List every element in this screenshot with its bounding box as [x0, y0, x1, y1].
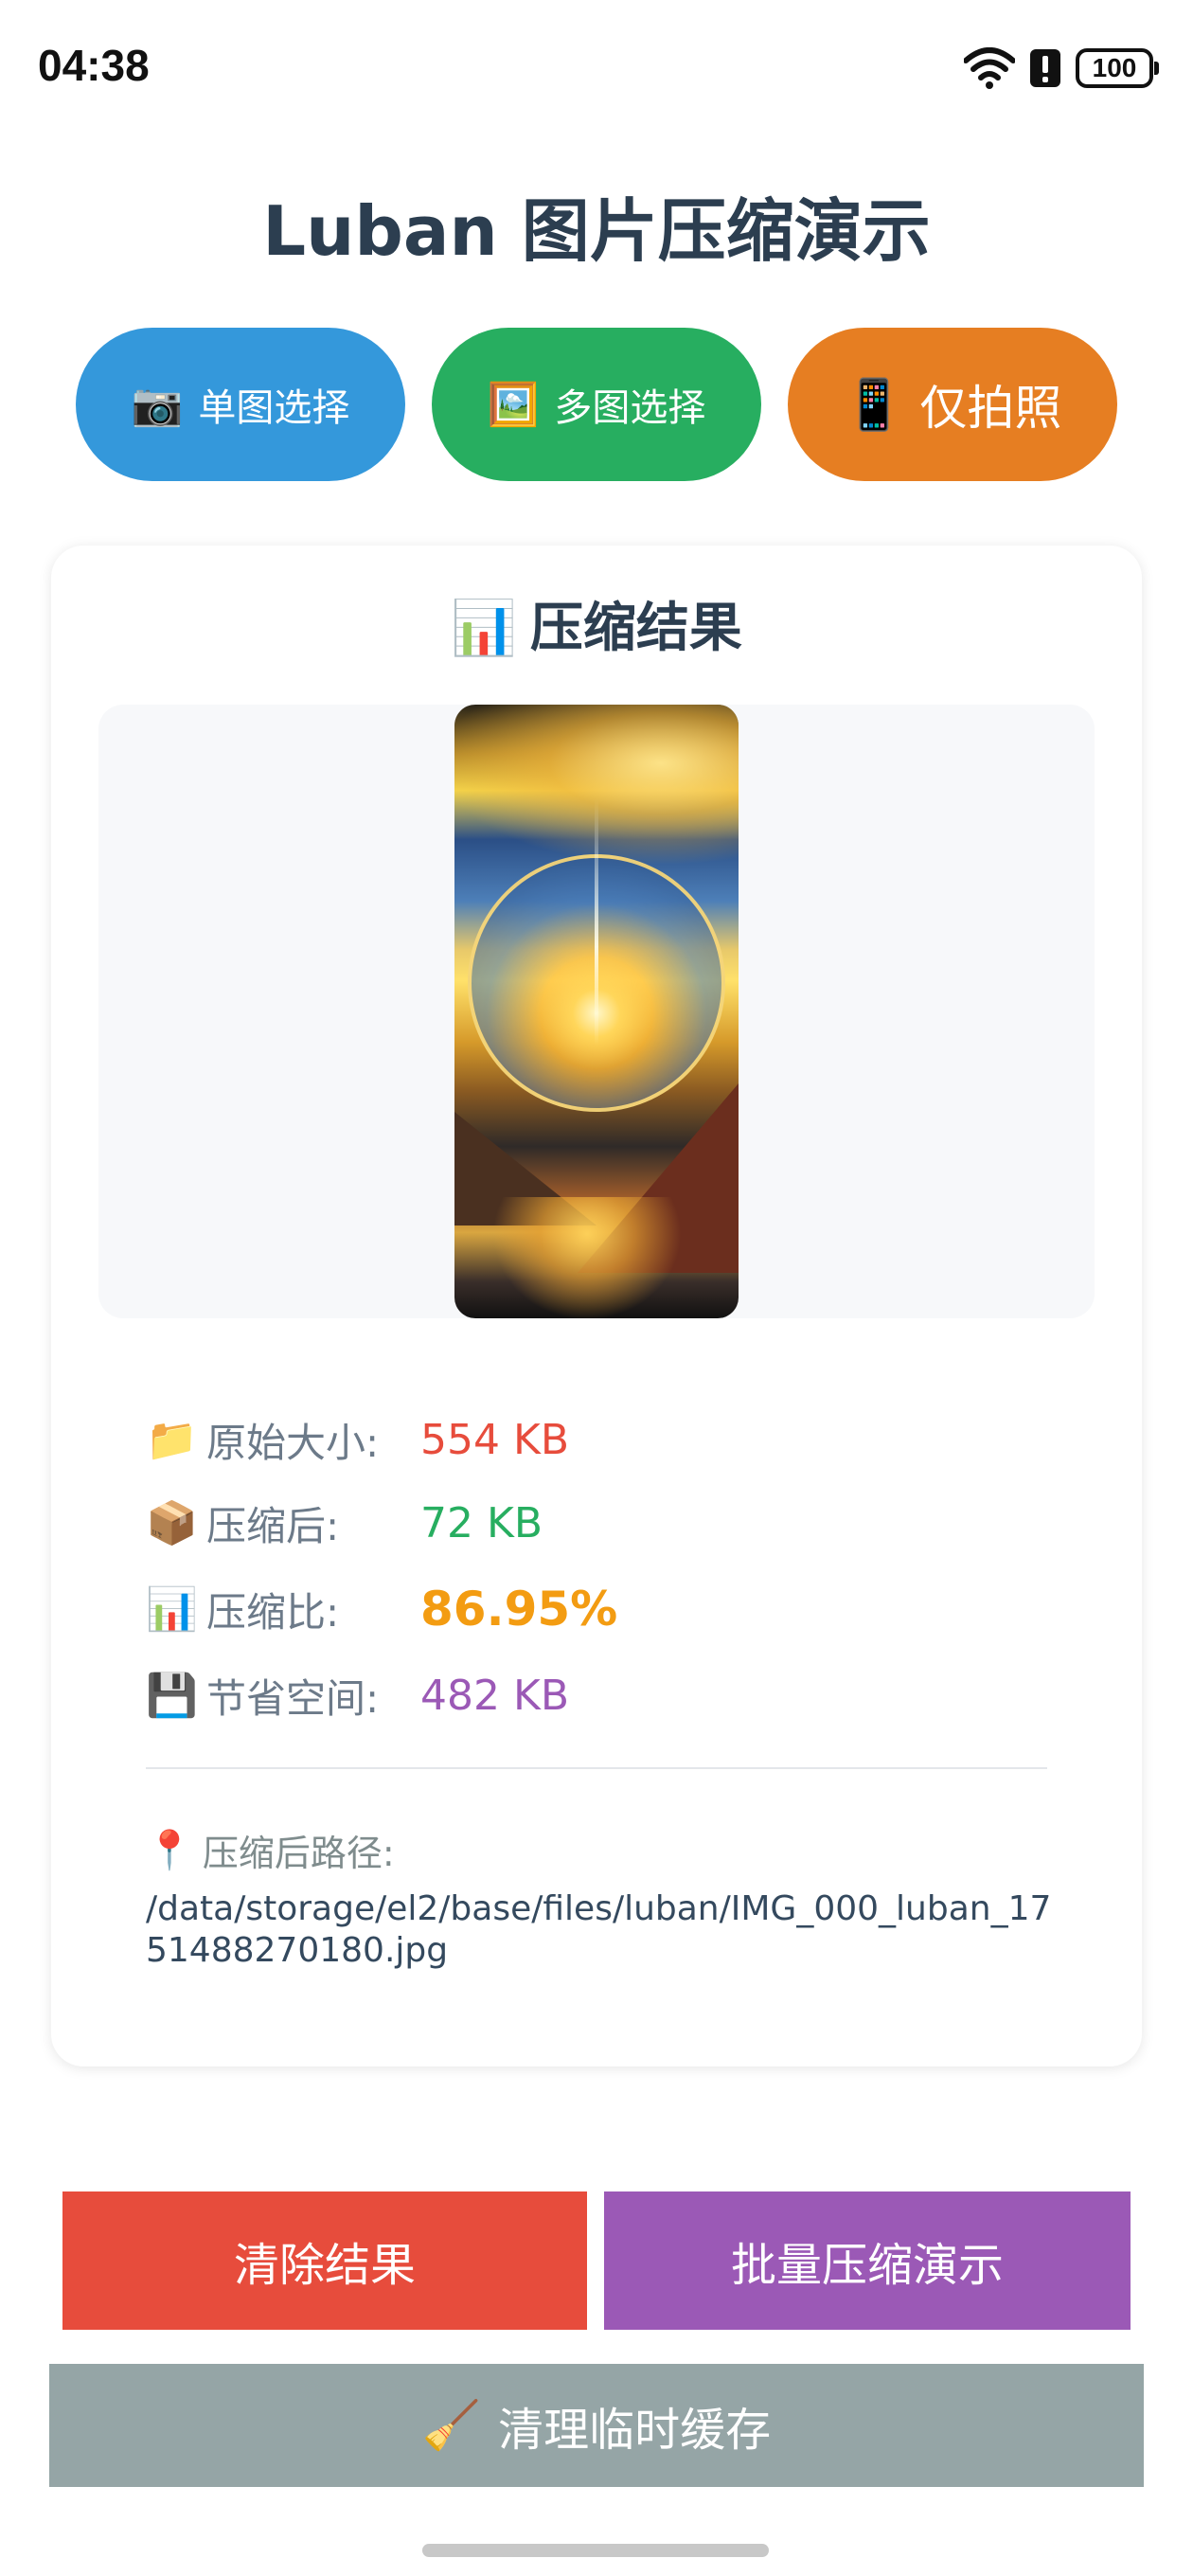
stat-compressed-size: 📦 压缩后: 72 KB — [146, 1481, 1055, 1565]
divider — [146, 1767, 1047, 1769]
clear-cache-label: 清理临时缓存 — [498, 2404, 772, 2457]
clear-cache-button[interactable]: 🧹 清理临时缓存 — [49, 2364, 1144, 2487]
picture-icon: 🖼️ — [487, 381, 540, 429]
broom-icon: 🧹 — [421, 2397, 482, 2453]
pushpin-icon: 📍 — [146, 1829, 193, 1872]
compressed-image-preview — [454, 705, 739, 1318]
package-icon: 📦 — [146, 1499, 198, 1547]
floppy-disk-icon: 💾 — [146, 1672, 198, 1720]
compressed-path: /data/storage/el2/base/files/luban/IMG_0… — [146, 1889, 1052, 1970]
phone-icon: 📱 — [843, 376, 905, 434]
bar-chart-icon: 📊 — [146, 1585, 198, 1634]
stats-list: 📁 原始大小: 554 KB 📦 压缩后: 72 KB 📊 压缩比: 86.95… — [146, 1398, 1055, 1737]
clear-results-button[interactable]: 清除结果 — [62, 2191, 587, 2330]
multi-select-button[interactable]: 🖼️ 多图选择 — [432, 328, 761, 481]
home-indicator[interactable] — [422, 2544, 769, 2557]
stat-original-size: 📁 原始大小: 554 KB — [146, 1398, 1055, 1481]
single-select-label: 单图选择 — [198, 386, 350, 430]
stat-value: 554 KB — [420, 1415, 570, 1464]
multi-select-label: 多图选择 — [554, 386, 706, 430]
alert-icon — [1030, 49, 1060, 87]
stat-label: 节省空间: — [206, 1674, 380, 1722]
single-select-button[interactable]: 📷 单图选择 — [76, 328, 405, 481]
stat-label: 压缩比: — [206, 1588, 340, 1636]
wifi-icon — [964, 47, 1015, 89]
stat-value: 482 KB — [420, 1671, 570, 1720]
stat-label: 原始大小: — [206, 1419, 380, 1466]
stat-saved-space: 💾 节省空间: 482 KB — [146, 1654, 1055, 1737]
path-label-text: 压缩后路径: — [202, 1833, 395, 1874]
status-icons: 100 — [964, 45, 1159, 91]
battery-indicator: 100 — [1076, 48, 1159, 88]
status-time: 04:38 — [38, 41, 150, 90]
result-card: 📊 压缩结果 📁 原始大小: 554 KB 📦 压缩后: 72 KB 📊 压缩比:… — [51, 546, 1142, 2066]
image-preview-area — [98, 705, 1095, 1318]
card-title-text: 压缩结果 — [529, 598, 742, 659]
camera-only-button[interactable]: 📱 仅拍照 — [788, 328, 1117, 481]
folder-icon: 📁 — [146, 1416, 198, 1464]
camera-only-label: 仅拍照 — [919, 381, 1062, 436]
stat-value: 86.95% — [420, 1582, 618, 1637]
page-title: Luban 图片压缩演示 — [262, 191, 931, 271]
stat-label: 压缩后: — [206, 1502, 340, 1549]
batch-compress-button[interactable]: 批量压缩演示 — [604, 2191, 1131, 2330]
stat-value: 72 KB — [420, 1498, 543, 1547]
bar-chart-icon: 📊 — [451, 598, 517, 659]
stat-compression-ratio: 📊 压缩比: 86.95% — [146, 1565, 1055, 1654]
status-bar: 04:38 100 — [0, 0, 1193, 133]
camera-icon: 📷 — [131, 381, 184, 429]
card-title: 📊 压缩结果 — [51, 585, 1142, 662]
path-label: 📍 压缩后路径: — [146, 1824, 395, 1876]
